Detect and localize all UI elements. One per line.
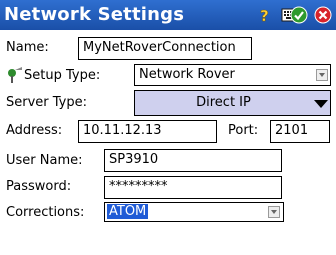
- server-type-label: Server Type:: [6, 95, 88, 110]
- server-type-select[interactable]: Direct IP: [134, 90, 331, 116]
- password-field[interactable]: *********: [104, 176, 282, 199]
- name-label: Name:: [6, 40, 49, 55]
- svg-text:?: ?: [260, 7, 269, 24]
- close-icon[interactable]: [314, 6, 332, 24]
- setup-type-select[interactable]: Network Rover: [134, 64, 331, 86]
- password-label: Password:: [6, 179, 72, 194]
- window-title: Network Settings: [4, 4, 185, 25]
- corrections-select[interactable]: ATOM: [104, 202, 284, 222]
- server-type-value: Direct IP: [196, 95, 251, 110]
- corrections-dropdown-icon[interactable]: [268, 206, 280, 218]
- port-field[interactable]: 2101: [270, 120, 330, 143]
- help-icon[interactable]: ?: [256, 6, 274, 26]
- corrections-value: ATOM: [107, 204, 149, 219]
- setup-type-value: Network Rover: [139, 67, 235, 82]
- username-label: User Name:: [6, 153, 83, 168]
- setup-type-label: Setup Type:: [24, 68, 101, 83]
- name-field[interactable]: MyNetRoverConnection: [78, 37, 252, 60]
- chevron-down-icon[interactable]: [313, 98, 329, 108]
- port-label: Port:: [228, 123, 259, 138]
- setup-type-icon: [4, 66, 24, 88]
- setup-type-dropdown-icon[interactable]: [316, 69, 328, 81]
- username-field[interactable]: SP3910: [104, 149, 282, 172]
- corrections-label: Corrections:: [6, 205, 85, 220]
- title-bar: Network Settings ?: [0, 0, 336, 30]
- address-label: Address:: [6, 123, 63, 138]
- address-field[interactable]: 10.11.12.13: [78, 120, 217, 143]
- ok-icon[interactable]: [290, 6, 308, 24]
